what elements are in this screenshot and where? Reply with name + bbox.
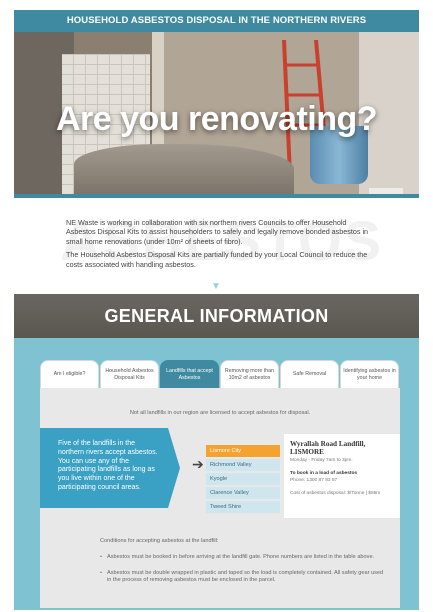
- tab-disposal-kits[interactable]: Household Asbestos Disposal Kits: [100, 360, 159, 388]
- landfill-list: Lismore City Richmond Valley Kyogle Clar…: [206, 445, 280, 515]
- hero-banner: Are you renovating?: [14, 32, 419, 194]
- booking-phone: Phone: 1300 87 83 87: [290, 478, 338, 483]
- intro-paragraph-1: NE Waste is working in collaboration wit…: [66, 218, 369, 246]
- landfill-item-lismore[interactable]: Lismore City: [206, 445, 280, 457]
- page: HOUSEHOLD ASBESTOS DISPOSAL IN THE NORTH…: [14, 10, 419, 610]
- conditions-title: Conditions for accepting asbestos at the…: [100, 538, 219, 544]
- general-information-banner: GENERAL INFORMATION: [14, 294, 419, 338]
- site-header-bar: HOUSEHOLD ASBESTOS DISPOSAL IN THE NORTH…: [14, 10, 419, 32]
- arrow-right-icon: ➔: [192, 456, 204, 472]
- tab-landfills[interactable]: Landfills that accept Asbestos: [160, 360, 219, 388]
- tab-panel: Not all landfills in our region are lice…: [40, 388, 400, 608]
- landfill-item-richmond[interactable]: Richmond Valley: [206, 459, 280, 471]
- debris-pile: [74, 144, 294, 194]
- tab-removing-more[interactable]: Removing more than 10m2 of asbestos: [220, 360, 279, 388]
- info-section: Am I eligible? Household Asbestos Dispos…: [14, 338, 419, 610]
- scroll-down-icon[interactable]: ▼: [211, 282, 221, 292]
- landfill-detail-card: Wyrallah Road Landfill, LISMORE Monday -…: [284, 434, 400, 518]
- tab-bar: Am I eligible? Household Asbestos Dispos…: [40, 360, 400, 388]
- tab-eligible[interactable]: Am I eligible?: [40, 360, 99, 388]
- intro-paragraph-2: The Household Asbestos Disposal Kits are…: [66, 250, 368, 269]
- landfill-item-kyogle[interactable]: Kyogle: [206, 473, 280, 485]
- tab-identifying[interactable]: Identifying asbestos in your home: [340, 360, 399, 388]
- landfill-hours: Monday - Friday 7am to 3pm.: [290, 458, 353, 463]
- section-title: GENERAL INFORMATION: [104, 306, 329, 326]
- condition-item: Asbestos must be booked in before arrivi…: [100, 554, 386, 562]
- hero-title: Are you renovating?: [55, 100, 378, 138]
- booking-label: To book in a load of asbestos: [290, 471, 358, 476]
- landfill-callout: Five of the landfills in the northern ri…: [40, 428, 180, 508]
- disposal-cost: Cost of asbestos disposal: $/Tonne | $55…: [290, 491, 381, 496]
- landfill-notice: Not all landfills in our region are lice…: [129, 410, 311, 416]
- landfill-item-clarence[interactable]: Clarence Valley: [206, 487, 280, 499]
- conditions-block: Conditions for accepting asbestos at the…: [100, 538, 386, 593]
- intro-section: ASBESTOS NE Waste is working in collabor…: [14, 198, 419, 294]
- site-title: HOUSEHOLD ASBESTOS DISPOSAL IN THE NORTH…: [66, 15, 367, 26]
- condition-item: Asbestos must be double wrapped in plast…: [100, 570, 386, 585]
- landfill-heading: Wyrallah Road Landfill, LISMORE: [290, 440, 366, 456]
- tab-safe-removal[interactable]: Safe Removal: [280, 360, 339, 388]
- landfill-item-tweed[interactable]: Tweed Shire: [206, 501, 280, 513]
